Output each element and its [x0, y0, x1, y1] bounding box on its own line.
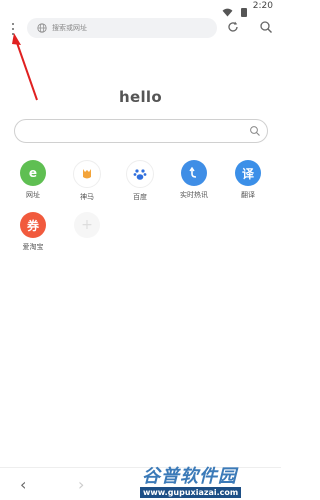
search-icon[interactable]	[259, 20, 273, 34]
watermark-title: 谷普软件园	[142, 466, 237, 487]
more-icon-dot	[12, 33, 14, 35]
refresh-icon[interactable]	[226, 20, 240, 34]
baidu-paw-icon	[126, 160, 154, 188]
shortcut-label: 实时热讯	[180, 191, 208, 199]
back-icon[interactable]: ‹	[20, 475, 26, 494]
coupon-icon: 券	[20, 212, 46, 238]
shortcut-label: 百度	[133, 193, 147, 201]
browser-toolbar: 搜索或网址	[0, 14, 281, 44]
shortcut-label: 神马	[80, 193, 94, 201]
page-title: hello	[119, 88, 162, 106]
translate-icon: 译	[235, 160, 261, 186]
globe-icon	[37, 23, 47, 33]
e-browser-icon: e	[20, 160, 46, 186]
search-icon	[250, 126, 260, 136]
watermark: 谷普软件园 www.gupuxiazai.com	[138, 460, 281, 500]
shortcut-baidu[interactable]: 百度	[115, 160, 165, 202]
shortcut-fanyi[interactable]: 译 翻译	[223, 160, 273, 200]
shortcut-add[interactable]: +	[62, 212, 112, 238]
shenma-horse-icon	[73, 160, 101, 188]
status-bar: 2:20	[0, 0, 281, 17]
status-time: 2:20	[252, 1, 273, 11]
shortcut-shishi-rexun[interactable]: 实时热讯	[169, 160, 219, 200]
forward-icon[interactable]: ›	[78, 475, 84, 494]
shortcut-label: 翻译	[241, 191, 255, 199]
more-icon-dot	[12, 28, 14, 30]
hot-news-icon	[181, 160, 207, 186]
shortcut-shenma[interactable]: 神马	[62, 160, 112, 202]
watermark-url: www.gupuxiazai.com	[140, 487, 242, 498]
shortcut-wangzhi[interactable]: e 网址	[8, 160, 58, 200]
shortcut-label: 网址	[26, 191, 40, 199]
add-icon: +	[74, 212, 100, 238]
shortcut-aitaobao[interactable]: 券 爱淘宝	[8, 212, 58, 252]
url-placeholder: 搜索或网址	[52, 24, 87, 32]
shortcut-label: 爱淘宝	[22, 243, 44, 251]
menu-button[interactable]	[6, 18, 20, 40]
home-search-input[interactable]	[14, 119, 268, 143]
url-input[interactable]: 搜索或网址	[27, 18, 217, 38]
more-icon	[12, 23, 14, 25]
